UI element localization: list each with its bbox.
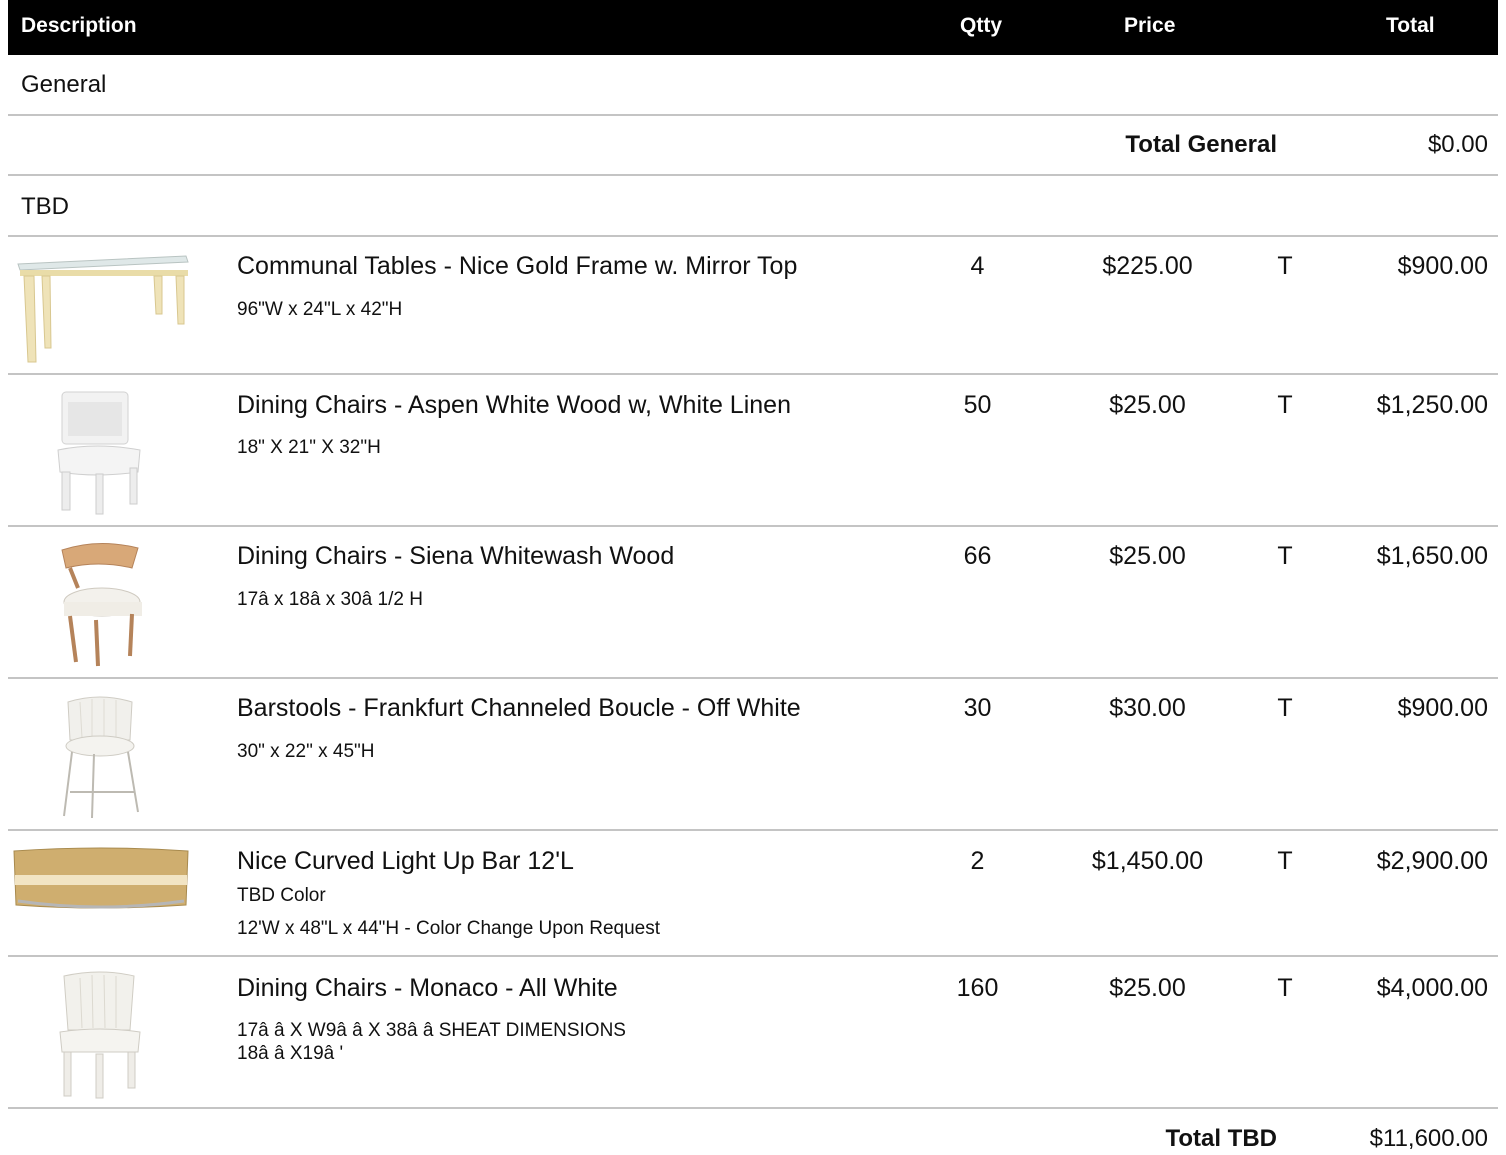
group-title-general: General <box>21 71 107 98</box>
item-qty: 2 <box>970 847 985 875</box>
divider <box>8 955 1498 957</box>
price-column-header: Price <box>1124 14 1176 37</box>
item-name: Dining Chairs - Siena Whitewash Wood <box>237 542 675 570</box>
item-name: Communal Tables - Nice Gold Frame w. Mir… <box>237 252 798 280</box>
divider <box>8 525 1498 527</box>
description-column-header: Description <box>21 14 137 37</box>
group-total-value-general: $0.00 <box>1427 131 1488 158</box>
item-total: $900.00 <box>1397 252 1488 280</box>
boucle-barstool-image <box>63 696 139 819</box>
item-qty: 30 <box>963 694 992 722</box>
item-note: 17â x 18â x 30â 1/2 H <box>237 589 423 610</box>
divider <box>8 373 1498 375</box>
item-qty: 50 <box>963 391 992 419</box>
item-tax: T <box>1277 974 1293 1002</box>
divider <box>8 235 1498 237</box>
item-price: $25.00 <box>1109 391 1186 419</box>
item-name: Barstools - Frankfurt Channeled Boucle -… <box>237 694 801 722</box>
item-price: $225.00 <box>1102 252 1193 280</box>
table-header: Description Qtty Price Total <box>8 0 1498 55</box>
whitewash-wood-chair-image <box>61 542 142 667</box>
monaco-white-chair-image <box>59 971 141 1099</box>
qty-column-header: Qtty <box>960 14 1002 37</box>
item-total: $4,000.00 <box>1376 974 1488 1002</box>
divider <box>8 1107 1498 1109</box>
item-total: $1,650.00 <box>1376 542 1488 570</box>
item-total: $1,250.00 <box>1376 391 1488 419</box>
item-note: 30" x 22" x 45"H <box>237 741 375 762</box>
item-qty: 66 <box>963 542 992 570</box>
item-tax: T <box>1277 391 1293 419</box>
group-total-label-general: Total General <box>1125 131 1277 158</box>
white-dining-chair-image <box>57 391 141 515</box>
divider <box>8 677 1498 679</box>
item-note: 18â â X19â ' <box>237 1043 344 1064</box>
gold-mirror-table-image <box>12 250 194 368</box>
group-total-value-tbd: $11,600.00 <box>1369 1125 1488 1152</box>
item-name: Nice Curved Light Up Bar 12'L <box>237 847 574 875</box>
item-price: $1,450.00 <box>1091 847 1204 875</box>
group-total-label-tbd: Total TBD <box>1165 1125 1277 1152</box>
item-qty: 4 <box>970 252 985 280</box>
curved-light-up-bar-image <box>13 847 189 909</box>
item-tax: T <box>1277 847 1293 875</box>
item-total: $2,900.00 <box>1376 847 1488 875</box>
item-price: $30.00 <box>1109 694 1186 722</box>
item-name: Dining Chairs - Aspen White Wood w, Whit… <box>237 391 791 419</box>
item-price: $25.00 <box>1109 542 1186 570</box>
divider <box>8 174 1498 176</box>
item-qty: 160 <box>956 974 999 1002</box>
item-note: 18" X 21" X 32"H <box>237 437 381 458</box>
item-tax: T <box>1277 694 1293 722</box>
total-column-header: Total <box>1386 14 1435 37</box>
item-total: $900.00 <box>1397 694 1488 722</box>
item-note: 17â â X W9â â X 38â â SHEAT DIMENSIONS <box>237 1020 626 1041</box>
item-note: 96"W x 24"L x 42"H <box>237 299 403 320</box>
item-name: Dining Chairs - Monaco - All White <box>237 974 618 1002</box>
divider <box>8 829 1498 831</box>
item-tax: T <box>1277 252 1293 280</box>
item-note: TBD Color <box>237 885 326 906</box>
item-price: $25.00 <box>1109 974 1186 1002</box>
item-note: 12'W x 48"L x 44"H - Color Change Upon R… <box>237 918 661 939</box>
item-tax: T <box>1277 542 1293 570</box>
divider <box>8 114 1498 116</box>
group-title-tbd: TBD <box>21 193 69 220</box>
